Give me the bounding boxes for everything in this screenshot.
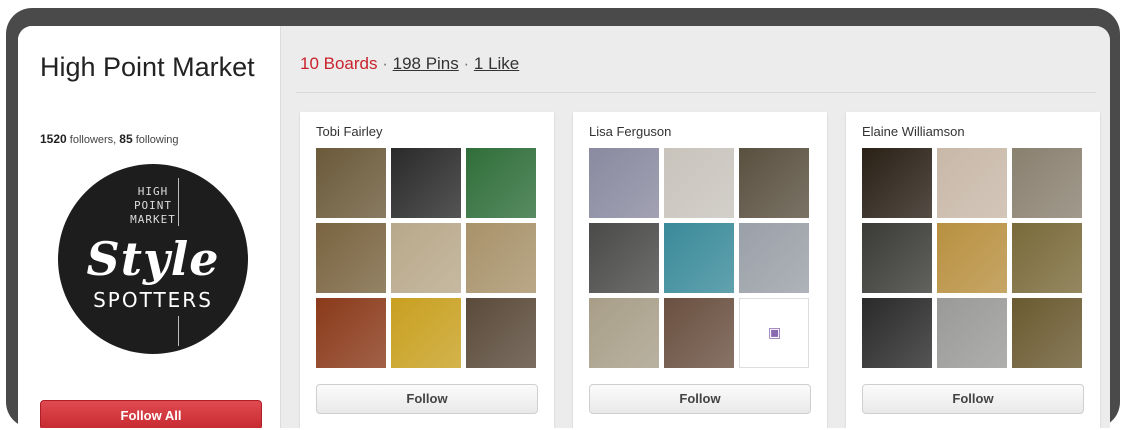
board-follow-button[interactable]: Follow <box>862 384 1084 414</box>
pin-thumbnail[interactable] <box>466 223 536 293</box>
profile-name: High Point Market <box>40 52 255 82</box>
followers-label[interactable]: followers, <box>70 134 116 146</box>
board-follow-button[interactable]: Follow <box>589 384 811 414</box>
pin-thumbnail[interactable] <box>739 148 809 218</box>
board-follow-button[interactable]: Follow <box>316 384 538 414</box>
pin-thumbnail[interactable] <box>862 148 932 218</box>
pin-thumbnail[interactable] <box>1012 148 1082 218</box>
broken-image-icon: ▣ <box>768 324 782 340</box>
pin-thumbnail[interactable] <box>862 223 932 293</box>
pin-thumbnail[interactable] <box>466 148 536 218</box>
logo-line-top <box>178 178 179 226</box>
pin-thumbnail[interactable] <box>589 148 659 218</box>
logo-line-bottom <box>178 316 179 346</box>
logo-text-high: HIGH <box>137 185 169 198</box>
pin-thumbnail[interactable] <box>937 298 1007 368</box>
profile-stats: 1520 followers, 85 following <box>40 132 179 146</box>
profile-sidebar: High Point Market 1520 followers, 85 fol… <box>18 26 281 428</box>
page-viewport: High Point Market 1520 followers, 85 fol… <box>18 26 1110 428</box>
profile-logo: HIGH POINT MARKET Style SPOTTERS <box>58 164 248 354</box>
logo-spotters-wordmark: SPOTTERS <box>93 288 213 312</box>
follow-all-button[interactable]: Follow All <box>40 400 262 428</box>
likes-link[interactable]: 1 Like <box>474 54 519 73</box>
separator: · <box>458 54 474 73</box>
pin-thumbnail[interactable] <box>316 148 386 218</box>
board-card[interactable]: Tobi Fairley Follow <box>300 112 554 428</box>
board-pin-grid[interactable]: ▣ <box>589 148 809 368</box>
pin-thumbnail[interactable] <box>739 223 809 293</box>
pin-thumbnail[interactable] <box>466 298 536 368</box>
profile-counts-bar: 10 Boards · 198 Pins · 1 Like <box>300 54 519 74</box>
logo-text-point: POINT <box>133 199 173 212</box>
pin-thumbnail[interactable] <box>316 298 386 368</box>
pin-thumbnail[interactable] <box>316 223 386 293</box>
pin-thumbnail[interactable]: ▣ <box>739 298 809 368</box>
header-divider <box>296 92 1096 93</box>
pin-thumbnail[interactable] <box>391 223 461 293</box>
board-title[interactable]: Lisa Ferguson <box>589 124 671 139</box>
board-card[interactable]: Elaine Williamson Follow <box>846 112 1100 428</box>
pin-thumbnail[interactable] <box>589 223 659 293</box>
board-title[interactable]: Elaine Williamson <box>862 124 965 139</box>
pin-thumbnail[interactable] <box>1012 298 1082 368</box>
following-label[interactable]: following <box>136 134 179 146</box>
pin-thumbnail[interactable] <box>391 148 461 218</box>
pin-thumbnail[interactable] <box>664 223 734 293</box>
pin-thumbnail[interactable] <box>664 148 734 218</box>
boards-count[interactable]: 10 Boards <box>300 54 378 73</box>
board-pin-grid[interactable] <box>862 148 1082 368</box>
pin-thumbnail[interactable] <box>589 298 659 368</box>
logo-style-wordmark: Style <box>86 232 220 286</box>
pin-thumbnail[interactable] <box>664 298 734 368</box>
pin-thumbnail[interactable] <box>937 148 1007 218</box>
logo-text-market: MARKET <box>130 213 176 226</box>
followers-count[interactable]: 1520 <box>40 132 67 146</box>
pin-thumbnail[interactable] <box>862 298 932 368</box>
pins-link[interactable]: 198 Pins <box>393 54 459 73</box>
board-pin-grid[interactable] <box>316 148 536 368</box>
screenshot-frame: High Point Market 1520 followers, 85 fol… <box>6 8 1120 428</box>
following-count[interactable]: 85 <box>119 132 132 146</box>
board-title[interactable]: Tobi Fairley <box>316 124 382 139</box>
pin-thumbnail[interactable] <box>391 298 461 368</box>
separator: · <box>377 54 393 73</box>
pin-thumbnail[interactable] <box>937 223 1007 293</box>
pin-thumbnail[interactable] <box>1012 223 1082 293</box>
board-card[interactable]: Lisa Ferguson ▣ Follow <box>573 112 827 428</box>
